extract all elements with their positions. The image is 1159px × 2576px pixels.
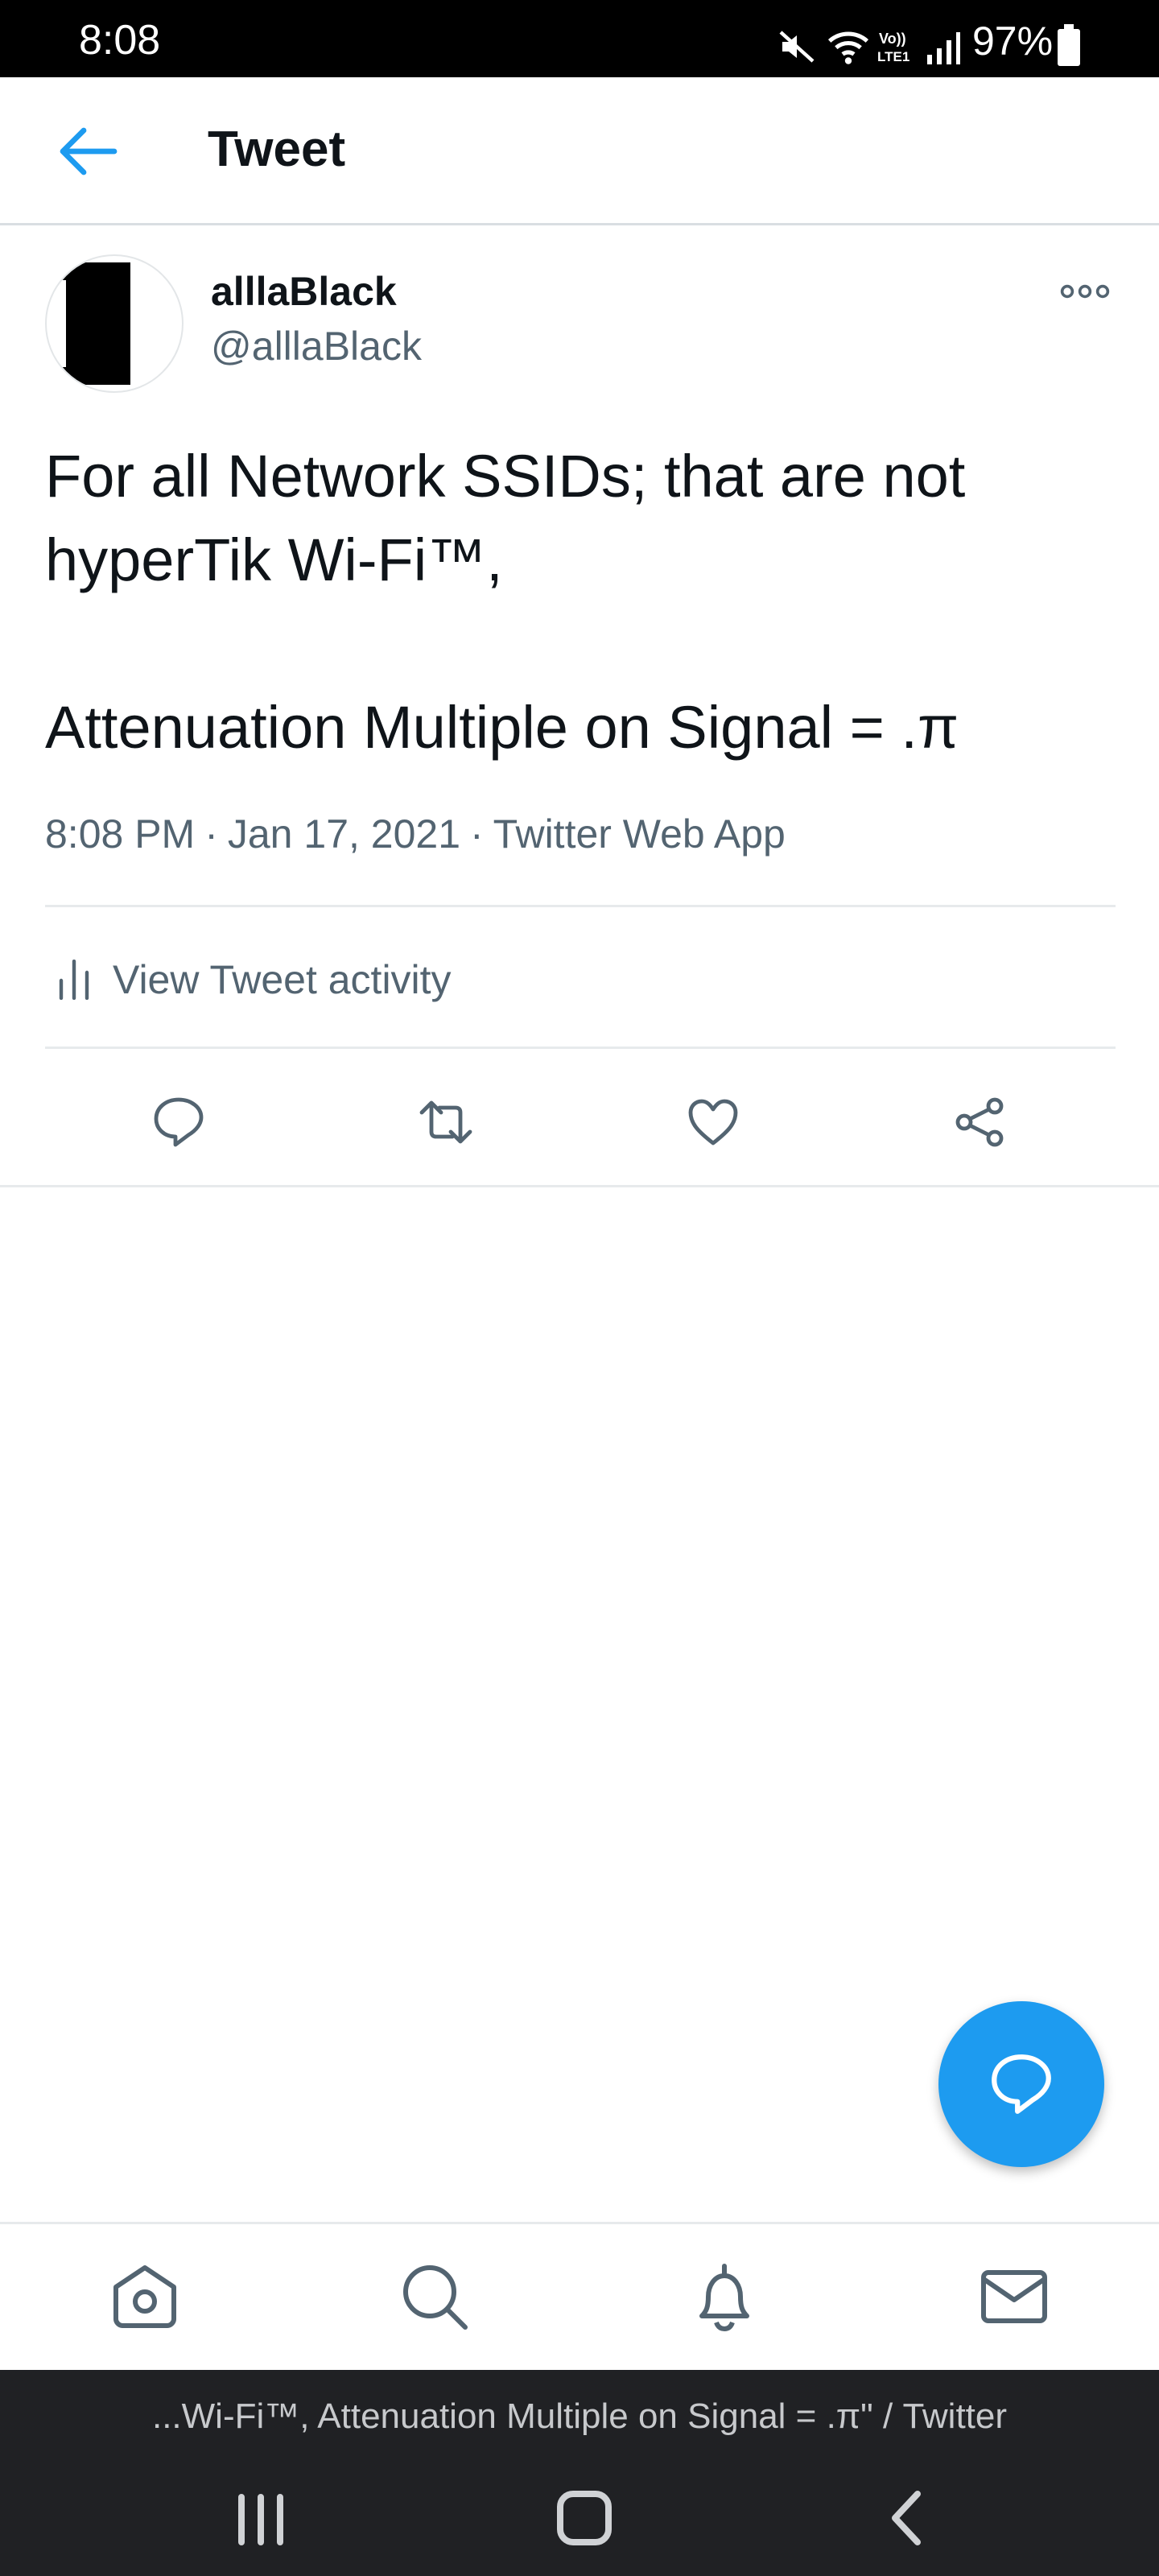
- svg-text:LTE1: LTE1: [877, 49, 909, 64]
- status-bar: 8:08 Vo)) LTE1 97%: [0, 0, 1159, 77]
- home-system-button[interactable]: [536, 2475, 633, 2563]
- svg-text:Vo)): Vo)): [879, 31, 906, 47]
- tweet-text: For all Network SSIDs; that are not hype…: [45, 443, 966, 761]
- retweet-button[interactable]: [406, 1082, 486, 1162]
- nav-notifications[interactable]: [683, 2255, 766, 2339]
- home-button-icon: [557, 2491, 612, 2545]
- reply-icon: [154, 1097, 204, 1147]
- share-button[interactable]: [940, 1082, 1021, 1162]
- view-tweet-activity[interactable]: View Tweet activity: [45, 934, 689, 1022]
- nav-messages[interactable]: [972, 2255, 1056, 2339]
- compose-reply-button[interactable]: [938, 2001, 1104, 2167]
- back-button[interactable]: [56, 122, 121, 180]
- tweet-source[interactable]: Twitter Web App: [493, 811, 786, 857]
- page-caption: ...Wi-Fi™, Attenuation Multiple on Signa…: [151, 2396, 1008, 2436]
- wifi-icon: [827, 31, 869, 64]
- more-options-button[interactable]: [1059, 277, 1111, 306]
- tweet-date: Jan 17, 2021: [227, 811, 461, 857]
- arrow-left-icon: [60, 127, 118, 175]
- nav-home[interactable]: [103, 2255, 187, 2339]
- bottom-nav: [0, 2222, 1159, 2370]
- search-icon: [403, 2265, 468, 2330]
- signal-icon: [927, 32, 960, 64]
- divider: [0, 1185, 1159, 1187]
- battery-percent: 97%: [972, 19, 1054, 64]
- reply-button[interactable]: [138, 1082, 219, 1162]
- meta-separator: ·: [204, 811, 218, 857]
- back-system-button[interactable]: [860, 2475, 956, 2563]
- heart-icon: [688, 1099, 738, 1146]
- app-header: Tweet: [0, 77, 1159, 225]
- recent-apps-icon: [238, 2494, 283, 2545]
- home-icon: [113, 2265, 176, 2328]
- page-title: Tweet: [208, 122, 346, 177]
- activity-label: View Tweet activity: [113, 957, 452, 1002]
- tweet-meta: 8:08 PM · Jan 17, 2021 · Twitter Web App: [45, 805, 786, 863]
- mute-icon: [779, 31, 815, 63]
- like-button[interactable]: [673, 1082, 753, 1162]
- volte-lte1-icon: Vo)) LTE1: [877, 31, 909, 64]
- meta-separator: ·: [470, 811, 484, 857]
- recent-apps-button[interactable]: [212, 2475, 309, 2563]
- mail-icon: [981, 2270, 1047, 2323]
- divider: [45, 905, 1116, 907]
- display-name[interactable]: alllaBlack: [211, 266, 397, 317]
- tweet-time: 8:08 PM: [45, 811, 196, 857]
- back-button-icon: [892, 2491, 921, 2545]
- system-navigation-bar: ...Wi-Fi™, Attenuation Multiple on Signa…: [0, 2370, 1159, 2576]
- divider: [45, 1046, 1116, 1049]
- bar-chart-icon: [59, 960, 89, 1000]
- bell-icon: [699, 2264, 749, 2332]
- retweet-icon: [419, 1100, 472, 1144]
- compose-reply-icon: [992, 2054, 1051, 2114]
- avatar-image: [53, 262, 163, 385]
- nav-search[interactable]: [393, 2255, 476, 2339]
- avatar[interactable]: [45, 254, 184, 393]
- battery-icon: [1058, 24, 1080, 66]
- share-icon: [955, 1097, 1004, 1147]
- user-handle[interactable]: @alllaBlack: [211, 320, 422, 372]
- more-icon: [1060, 284, 1110, 299]
- status-time: 8:08: [79, 17, 161, 64]
